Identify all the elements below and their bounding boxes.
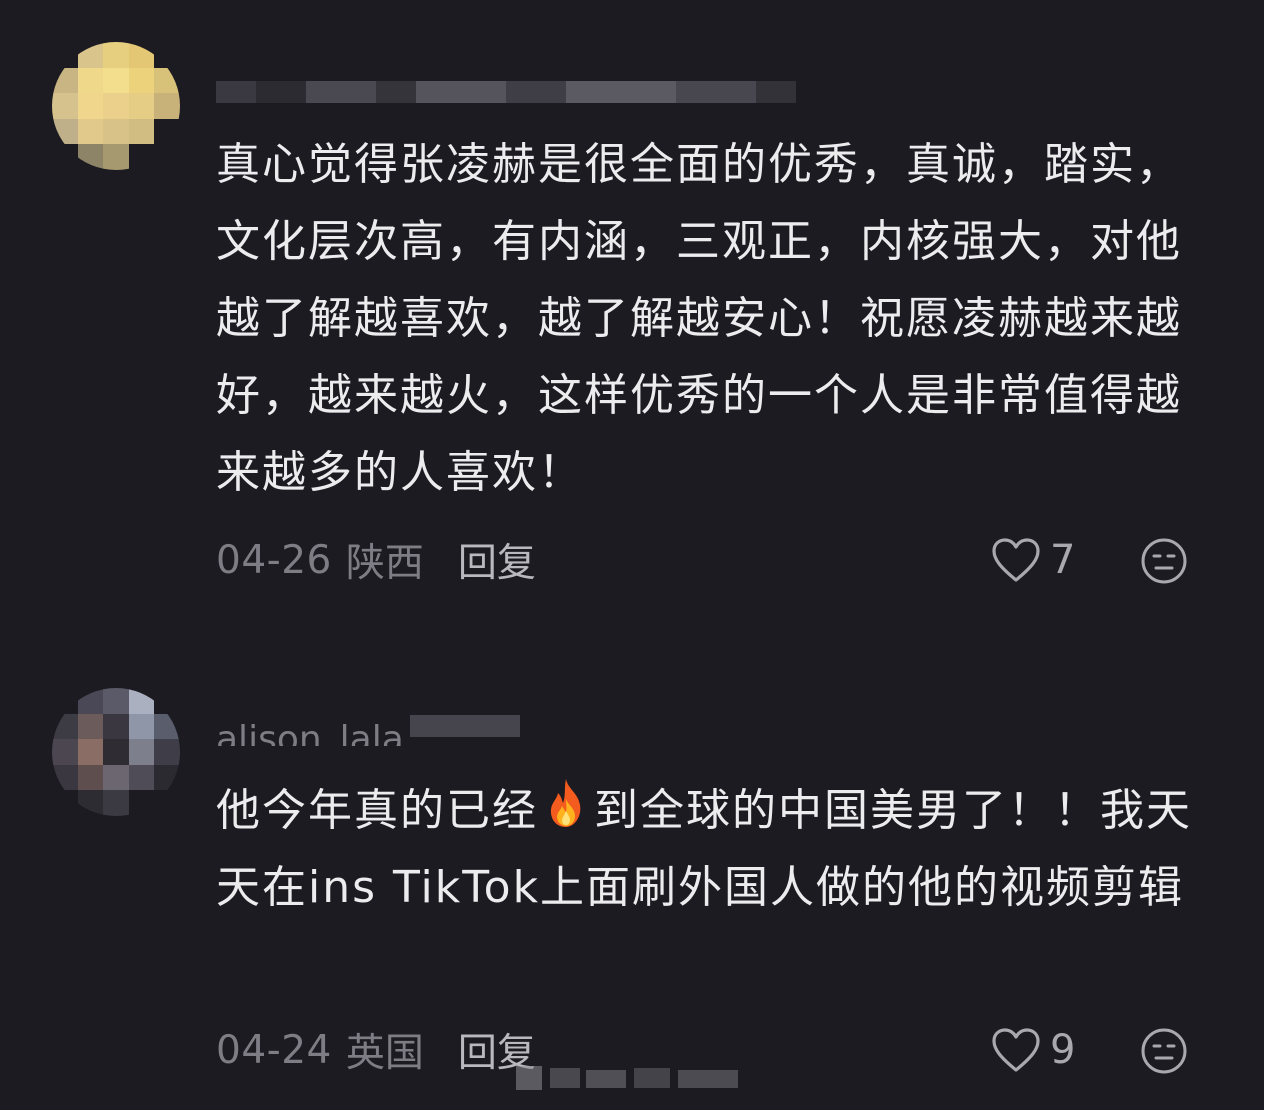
like-button[interactable]: 9 [990, 1020, 1075, 1080]
emoji-icon[interactable] [1140, 537, 1188, 585]
avatar-pixel [52, 764, 78, 791]
avatar-pixel [52, 118, 78, 145]
avatar-pixel [77, 93, 104, 119]
avatar-pixel [77, 144, 104, 170]
avatar-pixel [154, 790, 180, 816]
avatar-pixel [52, 688, 78, 714]
avatar-pixel [52, 790, 78, 816]
avatar-pixel [52, 93, 78, 119]
avatar-pixel [103, 67, 129, 94]
avatar-pixel [77, 764, 104, 791]
avatar-pixel [103, 118, 129, 145]
avatar-pixel [77, 118, 104, 145]
avatar-pixel [128, 93, 155, 119]
avatar-pixel [77, 688, 104, 714]
like-button[interactable]: 7 [990, 530, 1075, 590]
emoji-icon[interactable] [1140, 1027, 1188, 1075]
comment-location: 陕西 [345, 541, 424, 586]
comment-date: 04-24 [216, 1027, 332, 1073]
comment-text: 真心觉得张凌赫是很全面的优秀，真诚，踏实，文化层次高，有内涵，三观正，内核强大，… [216, 139, 1182, 498]
comment-text-part: 他今年真的已经 [216, 785, 538, 836]
avatar-pixel [77, 713, 104, 740]
heart-icon [992, 538, 1040, 582]
comment-text: 他今年真的已经 到全球的中国美男了！！我天天在ins TikTok上面刷外国人做… [216, 772, 1226, 926]
heart-icon [992, 1028, 1040, 1072]
avatar[interactable] [52, 688, 180, 816]
avatar-pixel [52, 713, 78, 740]
avatar-pixel [77, 739, 104, 765]
avatar-pixel [128, 713, 155, 740]
avatar-pixel [103, 93, 129, 119]
avatar-pixel [128, 42, 155, 68]
avatar-pixel [154, 93, 180, 119]
avatar-pixel [52, 42, 78, 68]
avatar-pixel [154, 713, 180, 740]
avatar-pixel [154, 42, 180, 68]
username[interactable]: alison_lala [216, 706, 520, 746]
avatar-pixel [154, 67, 180, 94]
avatar-pixel [128, 764, 155, 791]
avatar[interactable] [52, 42, 180, 170]
avatar-pixel [52, 144, 78, 170]
avatar-pixel [128, 688, 155, 714]
like-count: 9 [1050, 1027, 1076, 1073]
avatar-pixel [128, 67, 155, 94]
avatar-pixel [154, 739, 180, 765]
avatar-pixel [128, 790, 155, 816]
like-count: 7 [1050, 537, 1076, 583]
avatar-pixel [154, 118, 180, 145]
watermark-pixelated [516, 1066, 738, 1090]
avatar-pixel [103, 144, 129, 170]
avatar-pixel [52, 739, 78, 765]
avatar-pixel [128, 144, 155, 170]
avatar-pixel [154, 764, 180, 791]
comment-location: 英国 [345, 1031, 424, 1076]
avatar-pixel [103, 42, 129, 68]
avatar-pixel [103, 739, 129, 765]
avatar-pixel [103, 790, 129, 816]
avatar-pixel [77, 790, 104, 816]
fire-emoji-icon [550, 779, 581, 827]
avatar-pixel [77, 67, 104, 94]
avatar-pixel [103, 764, 129, 791]
avatar-pixel [77, 42, 104, 68]
avatar-pixel [154, 144, 180, 170]
comment-date: 04-26 [216, 537, 332, 583]
avatar-pixel [128, 739, 155, 765]
avatar-pixel [128, 118, 155, 145]
avatar-pixel [103, 713, 129, 740]
reply-button[interactable]: 回复 [458, 532, 536, 588]
avatar-pixel [103, 688, 129, 714]
avatar-pixel [52, 67, 78, 94]
avatar-pixel [154, 688, 180, 714]
username-pixelated[interactable] [216, 72, 796, 112]
username-text: alison_lala [216, 719, 404, 747]
